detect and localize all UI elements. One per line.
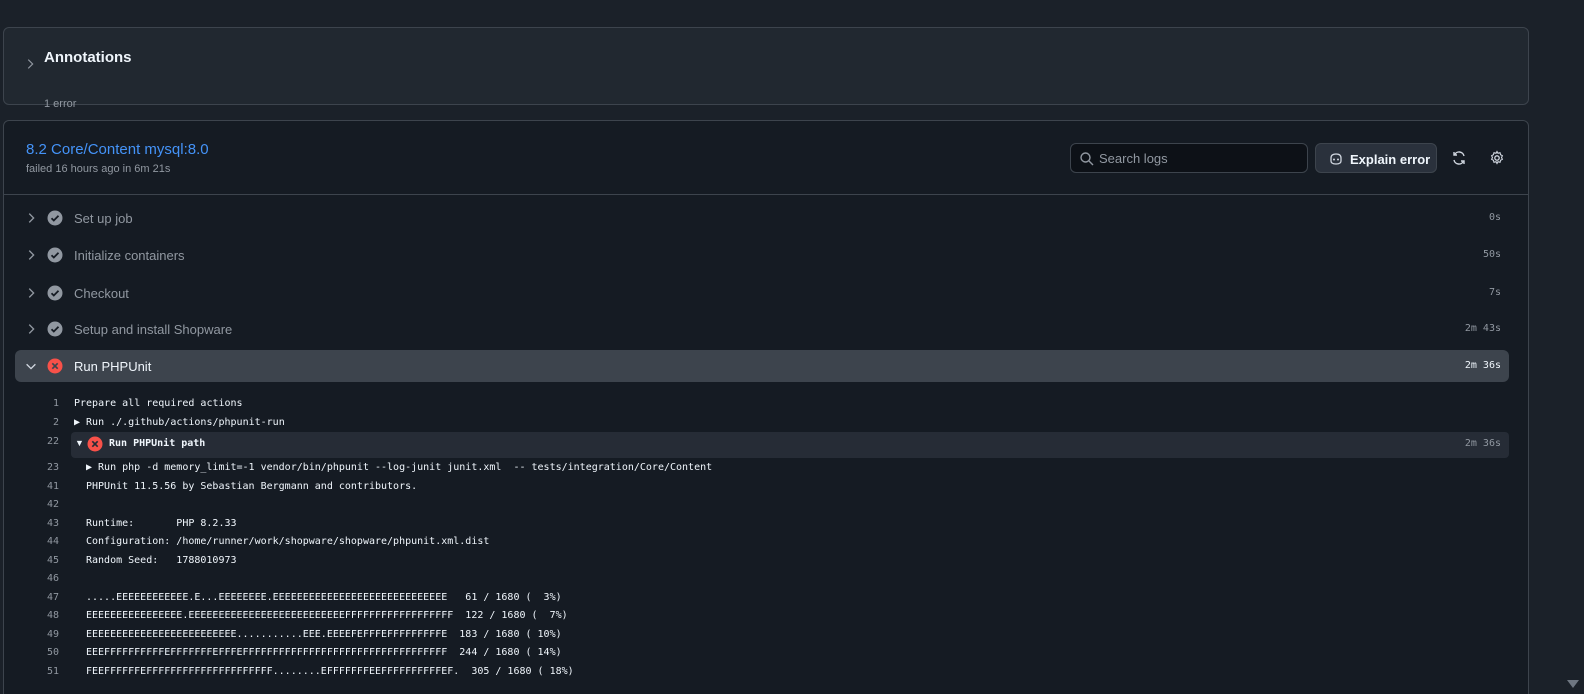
log-line: 46 — [15, 569, 1509, 588]
explain-error-button[interactable]: Explain error — [1315, 143, 1437, 173]
check-circle-icon — [47, 321, 63, 337]
log-line-number: 22 — [46, 436, 59, 447]
log-line-number: 1 — [52, 398, 59, 409]
log-line-number: 41 — [46, 481, 59, 492]
chevron-right-icon — [28, 213, 35, 223]
log-line-number: 50 — [46, 647, 59, 658]
log-line-text: ▶ Run ./.github/actions/phpunit-run — [74, 417, 285, 428]
log-line: 1 Prepare all required actions — [15, 394, 1509, 413]
log-line: 41 PHPUnit 11.5.56 by Sebastian Bergmann… — [15, 477, 1509, 496]
log-line-number: 51 — [46, 666, 59, 677]
check-circle-icon — [47, 247, 63, 263]
step-name: Set up job — [74, 211, 133, 226]
step-run-phpunit[interactable]: Run PHPUnit 2m 36s — [15, 350, 1509, 382]
log-line: 50 EEEFFFFFFFFFFEFFFFFFFEFFFEFFFFFFFFFFF… — [15, 643, 1509, 662]
log-line: 49 EEEEEEEEEEEEEEEEEEEEEEEEE...........E… — [15, 625, 1509, 644]
x-circle-icon — [47, 358, 63, 374]
log-line: 42 — [15, 495, 1509, 514]
log-line-number: 45 — [46, 555, 59, 566]
step-duration: 2m 43s — [1464, 323, 1501, 334]
check-circle-icon — [47, 210, 63, 226]
log-line-text: EEEEEEEEEEEEEEEE.EEEEEEEEEEEEEEEEEEEEEEE… — [86, 610, 568, 621]
log-line-number: 42 — [46, 499, 59, 510]
log-line: 45 Random Seed: 1788010973 — [15, 551, 1509, 570]
log-line-number: 44 — [46, 536, 59, 547]
log-line: 44 Configuration: /home/runner/work/shop… — [15, 532, 1509, 551]
scroll-down-indicator[interactable] — [1567, 680, 1579, 688]
step-duration: 0s — [1488, 212, 1501, 223]
step-name: Run PHPUnit — [74, 359, 152, 374]
chevron-right-icon — [28, 324, 35, 334]
log-line-text: Configuration: /home/runner/work/shopwar… — [86, 536, 490, 547]
step-duration: 2m 36s — [1464, 360, 1501, 371]
log-line: 48 EEEEEEEEEEEEEEEE.EEEEEEEEEEEEEEEEEEEE… — [15, 606, 1509, 625]
step-name: Setup and install Shopware — [74, 322, 233, 337]
chevron-right-icon — [28, 250, 35, 260]
log-group-run-phpunit-path[interactable]: ▼ Run PHPUnit path 2m 36s — [71, 432, 1509, 458]
step-name: Initialize containers — [74, 248, 185, 263]
step-set-up-job[interactable]: Set up job 0s — [15, 202, 1509, 234]
log-line-text: FEEFFFFFFEFFFFFFFFFFFFFFFFFFFFF........E… — [86, 666, 574, 677]
log-line-number: 23 — [46, 462, 59, 473]
log-line-text: Runtime: PHP 8.2.33 — [86, 518, 237, 529]
log-line-text: Random Seed: 1788010973 — [86, 555, 237, 566]
log-line: 43 Runtime: PHP 8.2.33 — [15, 514, 1509, 533]
copilot-icon — [1330, 153, 1342, 165]
triangle-down-icon: ▼ — [75, 438, 84, 448]
chevron-right-icon — [28, 288, 35, 298]
log-group-name: Run PHPUnit path — [109, 438, 206, 449]
sync-icon — [1453, 151, 1465, 165]
settings-button[interactable] — [1486, 147, 1508, 169]
log-line: 47 .....EEEEEEEEEEEE.E...EEEEEEEE.EEEEEE… — [15, 588, 1509, 607]
log-line-text: EEEFFFFFFFFFFEFFFFFFFEFFFEFFFFFFFFFFFFFF… — [86, 647, 562, 658]
chevron-down-icon — [26, 363, 36, 370]
log-line: 51 FEEFFFFFFEFFFFFFFFFFFFFFFFFFFFF......… — [15, 662, 1509, 681]
log-line-text: ▶ Run php -d memory_limit=-1 vendor/bin/… — [86, 462, 713, 473]
log-line-number: 43 — [46, 518, 59, 529]
refresh-button[interactable] — [1448, 147, 1470, 169]
step-initialize-containers[interactable]: Initialize containers 50s — [15, 239, 1509, 271]
search-input[interactable] — [1099, 147, 1299, 169]
log-line[interactable]: 23 ▶ Run php -d memory_limit=-1 vendor/b… — [15, 458, 1509, 477]
step-duration: 50s — [1482, 249, 1501, 260]
step-setup-and-install-shopware[interactable]: Setup and install Shopware 2m 43s — [15, 313, 1509, 345]
job-meta: failed 16 hours ago in 6m 21s — [26, 163, 171, 175]
step-duration: 7s — [1488, 287, 1501, 298]
annotations-title: Annotations — [44, 49, 132, 66]
annotations-count: 1 error — [44, 98, 77, 110]
log-line-text: .....EEEEEEEEEEEE.E...EEEEEEEE.EEEEEEEEE… — [86, 592, 562, 603]
x-circle-icon — [87, 436, 103, 452]
chevron-right-icon — [27, 59, 34, 69]
job-title-link[interactable]: 8.2 Core/Content mysql:8.0 — [26, 141, 209, 158]
log-line-number: 48 — [46, 610, 59, 621]
step-checkout[interactable]: Checkout 7s — [15, 277, 1509, 309]
search-logs[interactable] — [1070, 143, 1308, 173]
explain-error-label: Explain error — [1350, 152, 1431, 167]
log-line-text: Prepare all required actions — [74, 398, 243, 409]
log-line-text: EEEEEEEEEEEEEEEEEEEEEEEEE...........EEE.… — [86, 629, 562, 640]
log-line-number: 46 — [46, 573, 59, 584]
log-line[interactable]: 2 ▶ Run ./.github/actions/phpunit-run — [15, 413, 1509, 432]
step-name: Checkout — [74, 286, 129, 301]
log-line-number: 2 — [52, 417, 59, 428]
log-line-number: 47 — [46, 592, 59, 603]
log-line-text: PHPUnit 11.5.56 by Sebastian Bergmann an… — [86, 481, 418, 492]
search-icon — [1080, 152, 1094, 166]
log-group-duration: 2m 36s — [1464, 438, 1501, 449]
gear-icon — [1490, 150, 1504, 165]
job-header: 8.2 Core/Content mysql:8.0 failed 16 hou… — [4, 121, 1528, 195]
annotations-panel[interactable]: Annotations 1 error — [3, 27, 1529, 110]
log-line-number: 49 — [46, 629, 59, 640]
check-circle-icon — [47, 285, 63, 301]
